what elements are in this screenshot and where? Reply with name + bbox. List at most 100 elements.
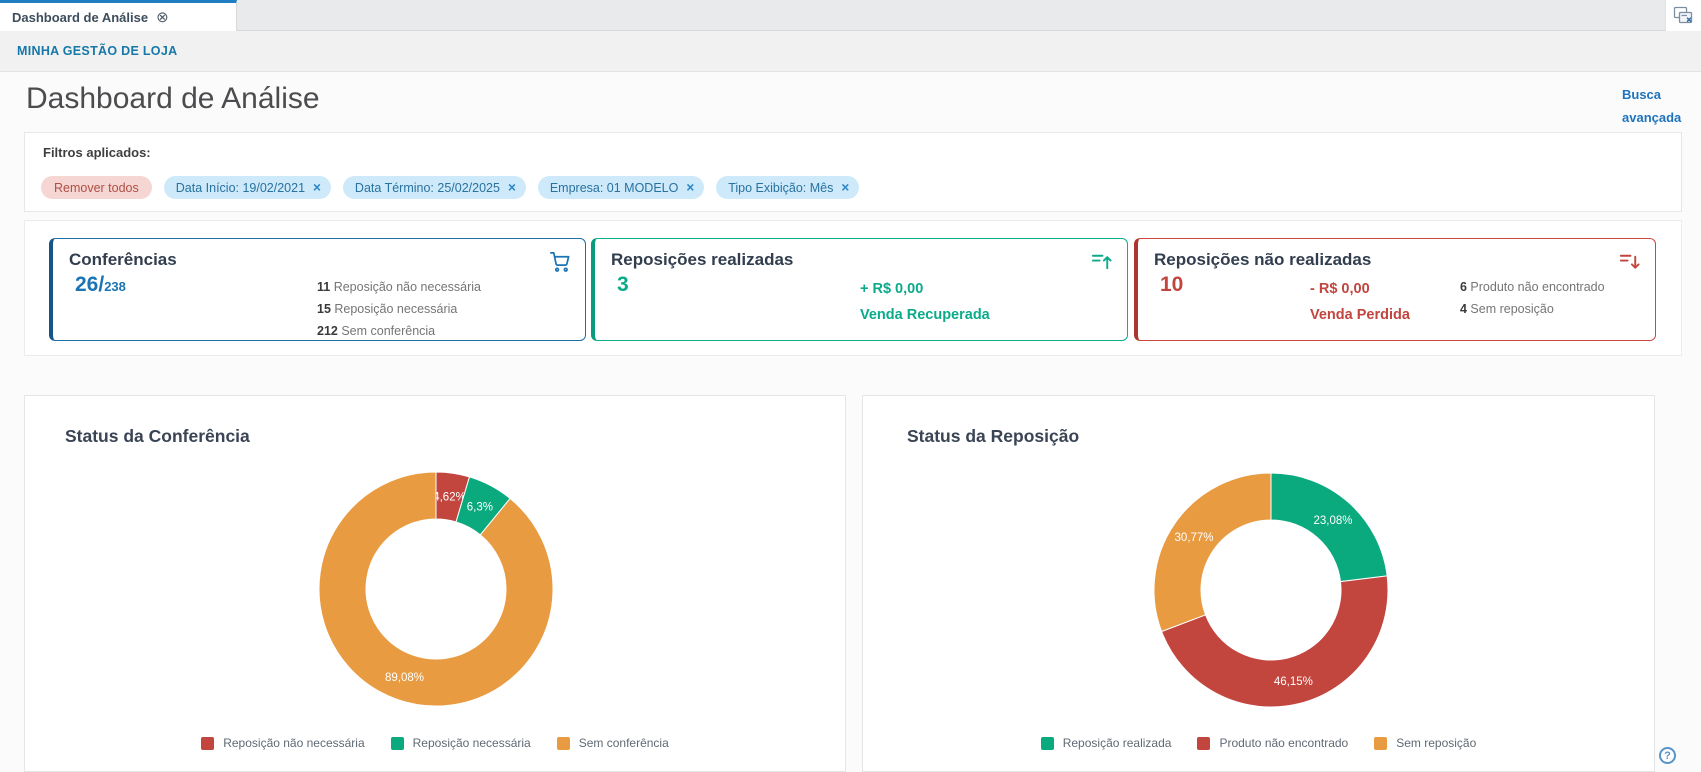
amount-label: Venda Perdida bbox=[1310, 307, 1410, 323]
donut-slice-label: 23,08% bbox=[1314, 515, 1353, 527]
value-current: 26 bbox=[75, 273, 99, 296]
legend-swatch bbox=[1197, 736, 1211, 750]
legend-swatch bbox=[201, 736, 215, 750]
applied-filters-panel: Filtros aplicados: Remover todos Data In… bbox=[24, 132, 1682, 212]
value-current: 3 bbox=[617, 273, 629, 296]
filter-chip-close-icon[interactable]: × bbox=[841, 181, 849, 195]
value-current: 10 bbox=[1160, 273, 1184, 296]
filter-chip-close-icon[interactable]: × bbox=[313, 181, 321, 195]
tab-dashboard-de-analise[interactable]: Dashboard de Análise ⊗ bbox=[0, 0, 237, 31]
donut-slice-label: 30,77% bbox=[1175, 532, 1214, 544]
filter-chip-close-icon[interactable]: × bbox=[508, 181, 516, 195]
legend-label: Reposição realizada bbox=[1062, 736, 1172, 750]
donut-slice-label: 46,15% bbox=[1274, 676, 1313, 688]
legend-label: Reposição não necessária bbox=[223, 736, 365, 750]
legend-label: Reposição necessária bbox=[412, 736, 531, 750]
card-reposicoes-realizadas[interactable]: Reposições realizadas 3 + R$ 0,00 Venda … bbox=[591, 238, 1128, 341]
kpi-panel: Conferências 26/238 11 Reposição não nec… bbox=[24, 220, 1682, 356]
legend-item[interactable]: Sem conferência bbox=[556, 736, 669, 750]
card-detail-line: 4 Sem reposição bbox=[1460, 298, 1605, 320]
legend-item[interactable]: Reposição realizada bbox=[1040, 736, 1172, 750]
detail-label: Reposição necessária bbox=[330, 302, 458, 316]
filter-chip[interactable]: Data Término: 25/02/2025 × bbox=[342, 176, 526, 199]
legend-swatch bbox=[556, 736, 570, 750]
donut-chart-conferencia: 4,62%6,3% 89,08% bbox=[318, 471, 554, 707]
filter-chip-label: Tipo Exibição: Mês bbox=[728, 180, 834, 195]
page-title: Dashboard de Análise bbox=[26, 82, 320, 115]
detail-label: Sem conferência bbox=[337, 324, 436, 338]
advanced-search-link[interactable]: Busca avançada bbox=[1622, 83, 1692, 129]
chart-legend: Reposição não necessária Reposição necess… bbox=[25, 736, 845, 750]
legend-item[interactable]: Reposição não necessária bbox=[201, 736, 365, 750]
card-value: 26/238 bbox=[75, 273, 126, 297]
card-title: Reposições realizadas bbox=[611, 250, 794, 269]
chart-card-status-reposicao: Status da Reposição 23,08% 46,15% 30,77% R… bbox=[862, 395, 1655, 772]
card-details: 6 Produto não encontrado 4 Sem reposição bbox=[1460, 276, 1605, 320]
donut-slice[interactable] bbox=[1153, 472, 1272, 633]
chart-card-status-conferencia: Status da Conferência 4,62% 6,3% 89,08% Re… bbox=[24, 395, 846, 772]
chart-title: Status da Conferência bbox=[65, 426, 250, 446]
filter-chip-label: Data Término: 25/02/2025 bbox=[354, 180, 500, 195]
tab-bar: Dashboard de Análise ⊗ bbox=[0, 0, 1701, 31]
legend-label: Sem reposição bbox=[1396, 736, 1477, 750]
close-all-tabs-icon bbox=[1673, 6, 1693, 24]
detail-number: 15 bbox=[317, 302, 331, 316]
list-arrow-down-icon bbox=[1618, 250, 1641, 278]
module-header: MINHA GESTÃO DE LOJA bbox=[0, 31, 1701, 72]
card-amount-block: + R$ 0,00 Venda Recuperada bbox=[860, 276, 990, 328]
filter-chip-label: Data Início: 19/02/2021 bbox=[175, 180, 306, 195]
card-detail-line: 15 Reposição necessária bbox=[317, 298, 481, 320]
card-detail-line: 11 Reposição não necessária bbox=[317, 276, 481, 298]
remove-all-filters-button[interactable]: Remover todos bbox=[41, 176, 152, 199]
tab-label: Dashboard de Análise bbox=[12, 9, 149, 25]
card-conferencias[interactable]: Conferências 26/238 11 Reposição não nec… bbox=[49, 238, 586, 341]
detail-label: Reposição não necessária bbox=[330, 280, 482, 294]
card-value: 10 bbox=[1160, 273, 1183, 297]
legend-item[interactable]: Reposição necessária bbox=[390, 736, 531, 750]
filters-label: Filtros aplicados: bbox=[43, 145, 151, 160]
help-button[interactable]: ? bbox=[1659, 747, 1676, 764]
card-reposicoes-nao-realizadas[interactable]: Reposições não realizadas 10 - R$ 0,00 V… bbox=[1134, 238, 1656, 341]
legend-swatch bbox=[1040, 736, 1054, 750]
card-title: Conferências bbox=[69, 250, 177, 269]
list-arrow-up-icon bbox=[1090, 250, 1113, 278]
donut-slice-label: 89,08% bbox=[385, 672, 424, 684]
donut-chart-reposicao: 23,08% 46,15% 30,77% bbox=[1153, 472, 1389, 708]
donut-slice[interactable] bbox=[318, 471, 554, 707]
filter-chip[interactable]: Data Início: 19/02/2021 × bbox=[163, 176, 331, 199]
close-all-tabs-button[interactable] bbox=[1665, 0, 1701, 31]
chart-title: Status da Reposição bbox=[907, 426, 1080, 446]
card-title: Reposições não realizadas bbox=[1154, 250, 1372, 269]
filter-chip-close-icon[interactable]: × bbox=[686, 181, 694, 195]
legend-swatch bbox=[1374, 736, 1388, 750]
amount-value: + R$ 0,00 bbox=[860, 281, 924, 297]
donut-slice-label: 6,3% bbox=[467, 501, 493, 513]
tab-close-icon[interactable]: ⊗ bbox=[156, 10, 169, 25]
legend-label: Sem conferência bbox=[578, 736, 669, 750]
card-value: 3 bbox=[617, 273, 629, 297]
cart-icon bbox=[548, 250, 571, 278]
detail-label: Produto não encontrado bbox=[1466, 280, 1605, 294]
detail-label: Sem reposição bbox=[1466, 302, 1554, 316]
detail-number: 212 bbox=[317, 324, 338, 338]
donut-slice-label: 4,62% bbox=[433, 491, 466, 503]
card-detail-line: 212 Sem conferência bbox=[317, 320, 481, 342]
legend-item[interactable]: Sem reposição bbox=[1374, 736, 1476, 750]
filter-chips: Remover todos Data Início: 19/02/2021 × Da… bbox=[41, 176, 860, 199]
legend-swatch bbox=[390, 736, 404, 750]
filter-chip[interactable]: Tipo Exibição: Mês × bbox=[716, 176, 860, 199]
donut-slice[interactable] bbox=[1270, 472, 1388, 583]
amount-label: Venda Recuperada bbox=[860, 307, 990, 323]
chart-legend: Reposição realizada Produto não encontrad… bbox=[863, 736, 1654, 750]
legend-item[interactable]: Produto não encontrado bbox=[1197, 736, 1348, 750]
amount-value: - R$ 0,00 bbox=[1310, 281, 1370, 297]
detail-number: 6 bbox=[1460, 280, 1467, 294]
value-total: 238 bbox=[104, 279, 126, 294]
card-detail-line: 6 Produto não encontrado bbox=[1460, 276, 1605, 298]
filter-chip[interactable]: Empresa: 01 MODELO × bbox=[537, 176, 705, 199]
breadcrumb: MINHA GESTÃO DE LOJA bbox=[17, 44, 178, 58]
card-amount-block: - R$ 0,00 Venda Perdida bbox=[1310, 276, 1410, 328]
legend-label: Produto não encontrado bbox=[1219, 736, 1349, 750]
detail-number: 11 bbox=[317, 280, 331, 294]
detail-number: 4 bbox=[1460, 302, 1467, 316]
